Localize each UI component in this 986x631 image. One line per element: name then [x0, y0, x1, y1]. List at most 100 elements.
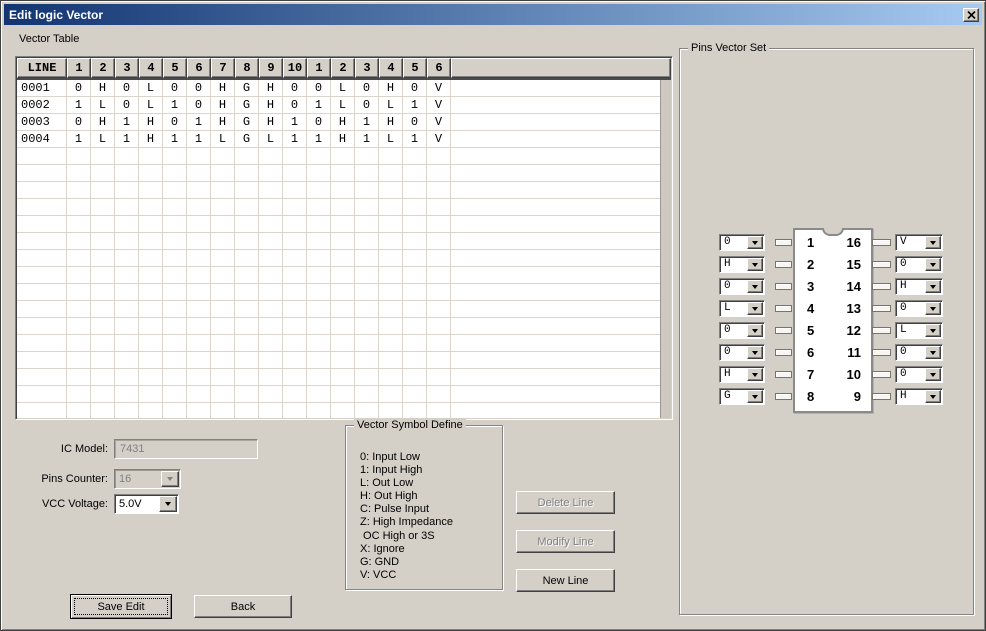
- dropdown-arrow-button[interactable]: [747, 258, 763, 271]
- pin-2-lead: [775, 261, 792, 268]
- pin-15-select[interactable]: 0: [895, 256, 943, 273]
- table-value-cell: [139, 216, 163, 233]
- close-button[interactable]: [963, 8, 979, 22]
- dropdown-arrow-button[interactable]: [159, 496, 177, 512]
- back-button[interactable]: Back: [194, 595, 292, 618]
- pin-13-select[interactable]: 0: [895, 300, 943, 317]
- table-header-cell[interactable]: 2: [91, 58, 115, 78]
- table-value-cell: [67, 369, 91, 386]
- dropdown-arrow-button[interactable]: [747, 346, 763, 359]
- pin-7-select[interactable]: H: [719, 366, 765, 383]
- title-bar[interactable]: Edit logic Vector: [4, 4, 982, 25]
- table-header-cell[interactable]: 5: [403, 58, 427, 78]
- table-value-cell: [307, 335, 331, 352]
- table-value-cell: 0: [187, 80, 211, 97]
- vcc-voltage-select[interactable]: 5.0V: [114, 494, 179, 514]
- table-row: [17, 403, 671, 420]
- table-header-cell[interactable]: 2: [331, 58, 355, 78]
- dropdown-arrow-button[interactable]: [925, 236, 941, 249]
- table-value-cell: [259, 199, 283, 216]
- table-value-cell: [211, 250, 235, 267]
- table-value-cell: [379, 335, 403, 352]
- table-value-cell: [403, 369, 427, 386]
- pin-3-select[interactable]: 0: [719, 278, 765, 295]
- pin-12-lead: [872, 327, 891, 334]
- pin-9-select[interactable]: H: [895, 388, 943, 405]
- pin-14-select[interactable]: H: [895, 278, 943, 295]
- dropdown-arrow-button[interactable]: [747, 302, 763, 315]
- table-value-cell: [211, 216, 235, 233]
- table-value-cell: [259, 369, 283, 386]
- table-value-cell: H: [259, 97, 283, 114]
- pin-number: 9: [827, 388, 861, 405]
- table-value-cell: [331, 267, 355, 284]
- table-header-cell[interactable]: 6: [427, 58, 451, 78]
- table-header-cell[interactable]: 8: [235, 58, 259, 78]
- table-row: [17, 318, 671, 335]
- table-value-cell: [139, 233, 163, 250]
- pin-8-select[interactable]: G: [719, 388, 765, 405]
- table-value-cell: [259, 233, 283, 250]
- new-line-button[interactable]: New Line: [516, 569, 615, 592]
- table-value-cell: [403, 335, 427, 352]
- table-header-cell[interactable]: 3: [355, 58, 379, 78]
- dropdown-arrow-button[interactable]: [747, 390, 763, 403]
- table-header-cell[interactable]: 10: [283, 58, 307, 78]
- dropdown-arrow-button[interactable]: [747, 280, 763, 293]
- table-value-cell: [235, 216, 259, 233]
- table-value-cell: [211, 148, 235, 165]
- save-edit-button[interactable]: Save Edit: [70, 594, 172, 619]
- pin-5-select[interactable]: 0: [719, 322, 765, 339]
- table-header-cell[interactable]: 6: [187, 58, 211, 78]
- pin-2-select[interactable]: H: [719, 256, 765, 273]
- dropdown-arrow-button[interactable]: [747, 324, 763, 337]
- table-header-cell[interactable]: 3: [115, 58, 139, 78]
- pin-12-select[interactable]: L: [895, 322, 943, 339]
- pin-10-select[interactable]: 0: [895, 366, 943, 383]
- table-header-cell[interactable]: 4: [379, 58, 403, 78]
- table-header-cell[interactable]: 9: [259, 58, 283, 78]
- table-value-cell: [283, 301, 307, 318]
- table-scrollbar-track[interactable]: [660, 80, 671, 418]
- dropdown-arrow-button[interactable]: [925, 390, 941, 403]
- table-value-cell: [163, 369, 187, 386]
- table-value-cell: [379, 267, 403, 284]
- pin-6-select[interactable]: 0: [719, 344, 765, 361]
- dropdown-arrow-button[interactable]: [925, 346, 941, 359]
- table-value-cell: [355, 267, 379, 284]
- table-row: [17, 369, 671, 386]
- table-value-cell: [259, 335, 283, 352]
- table-header-cell[interactable]: LINE: [17, 58, 67, 78]
- table-value-cell: 1: [187, 131, 211, 148]
- pin-4-select[interactable]: L: [719, 300, 765, 317]
- table-header-cell[interactable]: 1: [307, 58, 331, 78]
- dropdown-arrow-button[interactable]: [747, 236, 763, 249]
- table-header-cell[interactable]: 5: [163, 58, 187, 78]
- dropdown-arrow-button[interactable]: [925, 280, 941, 293]
- table-row[interactable]: 00010H0L00HGH00L0H0V: [17, 80, 671, 97]
- table-header-cell[interactable]: 4: [139, 58, 163, 78]
- table-line-cell: [17, 335, 67, 352]
- delete-line-button[interactable]: Delete Line: [516, 491, 615, 514]
- table-value-cell: [67, 352, 91, 369]
- dropdown-arrow-button[interactable]: [925, 368, 941, 381]
- table-value-cell: [139, 352, 163, 369]
- dropdown-arrow-button[interactable]: [925, 258, 941, 271]
- table-value-cell: [355, 301, 379, 318]
- chevron-down-icon: [930, 307, 936, 311]
- table-row[interactable]: 00041L1H11LGL11H1L1V: [17, 131, 671, 148]
- table-value-cell: [139, 199, 163, 216]
- table-header-cell[interactable]: 1: [67, 58, 91, 78]
- pin-11-select[interactable]: 0: [895, 344, 943, 361]
- pin-1-select[interactable]: 0: [719, 234, 765, 251]
- pin-16-select[interactable]: V: [895, 234, 943, 251]
- table-row-filler: [451, 335, 671, 352]
- dropdown-arrow-button[interactable]: [747, 368, 763, 381]
- table-header-cell[interactable]: 7: [211, 58, 235, 78]
- modify-line-button[interactable]: Modify Line: [516, 530, 615, 553]
- dropdown-arrow-button[interactable]: [925, 302, 941, 315]
- dropdown-arrow-button[interactable]: [925, 324, 941, 337]
- table-row[interactable]: 00030H1H01HGH10H1H0V: [17, 114, 671, 131]
- table-value-cell: [379, 182, 403, 199]
- table-row[interactable]: 00021L0L10HGH01L0L1V: [17, 97, 671, 114]
